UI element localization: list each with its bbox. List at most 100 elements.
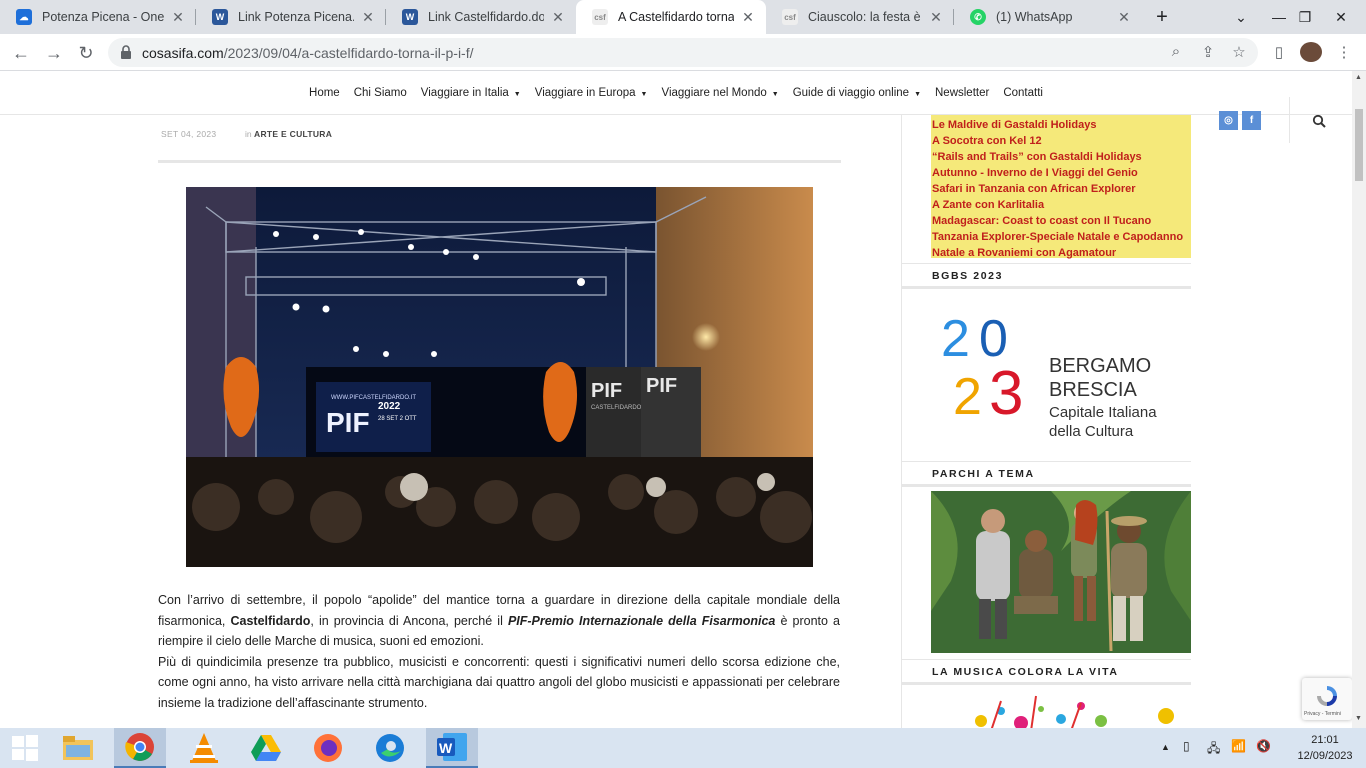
start-windows-icon[interactable]: [0, 728, 50, 768]
svg-text:2: 2: [953, 368, 982, 423]
menu-viaggiare-europa[interactable]: Viaggiare in Europa ▼: [535, 87, 648, 99]
menu-home[interactable]: Home: [309, 87, 340, 99]
tab-whatsapp[interactable]: ✆ (1) WhatsApp ✕: [954, 0, 1142, 34]
menu-guide-viaggio[interactable]: Guide di viaggio online ▼: [793, 87, 921, 99]
bergamo-brescia-logo[interactable]: 2 0 2 3 BERGAMO BRESCIA Capitale Italian…: [931, 300, 1191, 452]
post-category: in ARTE E CULTURA: [245, 129, 333, 139]
bookmark-star-icon[interactable]: ☆: [1229, 43, 1249, 63]
menu-viaggiare-mondo[interactable]: Viaggiare nel Mondo ▼: [661, 87, 778, 99]
csf-icon: csf: [592, 9, 608, 25]
menu-contatti[interactable]: Contatti: [1003, 87, 1043, 99]
menu-chi-siamo[interactable]: Chi Siamo: [354, 87, 407, 99]
svg-text:3: 3: [989, 359, 1023, 423]
windows-taskbar: W ▲ ▯ 🖧 📶 🔇 21:01 12/09/2023: [0, 728, 1366, 768]
volume-muted-icon[interactable]: 🔇: [1256, 739, 1271, 753]
article-body: Con l’arrivo di settembre, il popolo “ap…: [158, 590, 840, 713]
firefox-icon[interactable]: [302, 728, 354, 768]
scroll-up-arrow-icon[interactable]: ▲: [1355, 74, 1362, 81]
svg-text:28 SET 2 OTT: 28 SET 2 OTT: [378, 416, 417, 422]
search-icon[interactable]: [1312, 114, 1326, 128]
new-tab-button[interactable]: +: [1140, 0, 1184, 34]
offer-link[interactable]: A Zante con Karlitalia: [932, 197, 1191, 213]
offer-link[interactable]: Natale a Rovaniemi con Agamatour: [932, 245, 1191, 261]
offer-link[interactable]: Safari in Tanzania con African Explorer: [932, 181, 1191, 197]
back-arrow-icon[interactable]: ←: [9, 41, 33, 65]
svg-text:2022: 2022: [378, 401, 401, 412]
svg-text:PIF: PIF: [646, 375, 677, 397]
caret-down-icon: ▼: [640, 90, 648, 98]
reload-icon[interactable]: ↻: [74, 41, 98, 65]
caret-down-icon: ▼: [771, 90, 779, 98]
header-divider: [1289, 97, 1290, 143]
travel-offers-box: Le Maldive di Gastaldi Holidays A Socotr…: [931, 115, 1191, 261]
category-link[interactable]: ARTE E CULTURA: [254, 129, 332, 139]
svg-text:PIF: PIF: [591, 380, 622, 402]
taskbar-clock[interactable]: 21:01 12/09/2023: [1288, 732, 1362, 764]
article-paragraph: Più di quindicimila presenze tra pubblic…: [158, 654, 840, 710]
share-icon[interactable]: ⇪: [1198, 43, 1218, 63]
article-photo-concert-stage: WWW.PIFCASTELFIDARDO.IT PIF 2022 28 SET …: [186, 187, 813, 567]
lock-icon: [121, 45, 131, 59]
tab-ciauscolo[interactable]: csf Ciauscolo: la festa è a S ✕: [766, 0, 954, 34]
offer-link[interactable]: Madagascar: Coast to coast con Il Tucano: [932, 213, 1191, 229]
zoom-search-icon[interactable]: ⌕: [1166, 43, 1186, 63]
close-window-button[interactable]: ✕: [1318, 0, 1364, 34]
browser-toolbar: ← → ↻ cosasifa.com/2023/09/04/a-castelfi…: [0, 34, 1366, 71]
file-explorer-icon[interactable]: [52, 728, 104, 768]
close-icon[interactable]: ✕: [1116, 9, 1132, 26]
offer-link[interactable]: “Rails and Trails” con Gastaldi Holidays: [932, 149, 1191, 165]
whatsapp-icon: ✆: [970, 9, 986, 25]
network-icon[interactable]: 🖧: [1207, 739, 1220, 760]
close-icon[interactable]: ✕: [550, 9, 566, 26]
google-drive-icon[interactable]: [240, 728, 292, 768]
tray-chevron-up-icon[interactable]: ▲: [1161, 742, 1170, 752]
browser-tab-strip: ☁ Potenza Picena - OneD ✕ W Link Potenza…: [0, 0, 1366, 34]
tablet-icon[interactable]: ▯: [1183, 739, 1190, 753]
svg-text:WWW.PIFCASTELFIDARDO.IT: WWW.PIFCASTELFIDARDO.IT: [331, 395, 416, 401]
vlc-icon[interactable]: [178, 728, 230, 768]
article-paragraph: Con l’arrivo di settembre, il popolo “ap…: [158, 593, 841, 648]
tab-onedrive[interactable]: ☁ Potenza Picena - OneD ✕: [0, 0, 196, 34]
wifi-signal-icon[interactable]: 📶: [1231, 739, 1246, 753]
close-icon[interactable]: ✕: [170, 9, 186, 26]
close-icon[interactable]: ✕: [928, 9, 944, 26]
site-main-menu: Home Chi Siamo Viaggiare in Italia ▼ Viag…: [0, 71, 1352, 115]
tab-castelfidardo-active[interactable]: csf A Castelfidardo torna il ✕: [576, 0, 766, 34]
caret-down-icon: ▼: [513, 90, 521, 98]
chrome-icon[interactable]: [114, 728, 166, 768]
divider: [158, 160, 841, 163]
caret-down-icon: ▼: [914, 90, 921, 98]
web-page: Home Chi Siamo Viaggiare in Italia ▼ Viag…: [0, 71, 1352, 728]
csf-icon: csf: [782, 9, 798, 25]
svg-text:CASTELFIDARDO: CASTELFIDARDO: [591, 405, 642, 411]
svg-text:W: W: [439, 740, 453, 756]
sidebar-heading-bgbs: BGBS 2023: [902, 263, 1191, 289]
tab-link-potenza[interactable]: W Link Potenza Picena.doc ✕: [196, 0, 386, 34]
word-taskbar-icon[interactable]: W: [426, 728, 478, 768]
menu-kebab-icon[interactable]: ⋮: [1334, 43, 1354, 63]
close-icon[interactable]: ✕: [360, 9, 376, 26]
side-panel-icon[interactable]: ▯: [1269, 43, 1289, 63]
offer-link[interactable]: Autunno - Inverno de I Viaggi del Genio: [932, 165, 1191, 181]
onedrive-icon: ☁: [16, 9, 32, 25]
scroll-down-arrow-icon[interactable]: ▼: [1355, 715, 1362, 722]
page-scrollbar[interactable]: ▲ ▼: [1352, 71, 1366, 728]
offer-link[interactable]: Tanzania Explorer-Speciale Natale e Capo…: [932, 229, 1191, 245]
facebook-icon[interactable]: f: [1242, 111, 1261, 130]
tab-link-castelfidardo[interactable]: W Link Castelfidardo.docx ✕: [386, 0, 576, 34]
music-colors-image[interactable]: [931, 691, 1191, 728]
menu-viaggiare-italia[interactable]: Viaggiare in Italia ▼: [421, 87, 521, 99]
instagram-icon[interactable]: ◎: [1219, 111, 1238, 130]
edge-icon[interactable]: [364, 728, 416, 768]
address-bar[interactable]: cosasifa.com/2023/09/04/a-castelfidardo-…: [108, 38, 1258, 67]
recaptcha-badge[interactable]: Privacy - Termini: [1302, 678, 1352, 720]
menu-newsletter[interactable]: Newsletter: [935, 87, 989, 99]
close-icon[interactable]: ✕: [740, 9, 756, 26]
theme-park-photo[interactable]: [931, 491, 1191, 653]
word-icon: W: [402, 9, 418, 25]
offer-link[interactable]: Le Maldive di Gastaldi Holidays: [932, 117, 1191, 133]
offer-link[interactable]: A Socotra con Kel 12: [932, 133, 1191, 149]
profile-avatar[interactable]: [1300, 42, 1322, 62]
forward-arrow-icon[interactable]: →: [42, 41, 66, 65]
scroll-thumb[interactable]: [1355, 109, 1363, 181]
